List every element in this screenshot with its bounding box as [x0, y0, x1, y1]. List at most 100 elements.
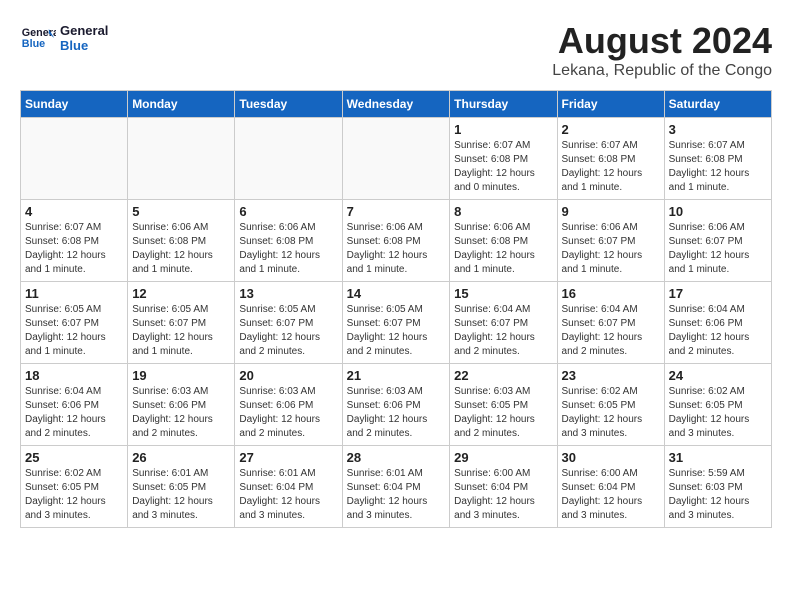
calendar-cell: 19Sunrise: 6:03 AM Sunset: 6:06 PM Dayli…: [128, 364, 235, 446]
calendar-cell: 31 Sunrise: 5:59 AM Sunset: 6:03 PM Dayli…: [664, 446, 771, 528]
day-number: 15: [454, 286, 552, 301]
day-number: 19: [132, 368, 230, 383]
calendar-cell: 12Sunrise: 6:05 AM Sunset: 6:07 PM Dayli…: [128, 282, 235, 364]
day-number: 9: [562, 204, 660, 219]
calendar-cell: 18 Sunrise: 6:04 AM Sunset: 6:06 PM Dayli…: [21, 364, 128, 446]
calendar-cell: 25 Sunrise: 6:02 AM Sunset: 6:05 PM Dayli…: [21, 446, 128, 528]
day-info: Sunrise: 6:02 AM Sunset: 6:05 PM Dayligh…: [25, 467, 123, 523]
day-number: 1: [454, 122, 552, 137]
day-number: 5: [132, 204, 230, 219]
day-info: Sunrise: 6:06 AM Sunset: 6:08 PM Dayligh…: [239, 221, 337, 277]
day-info: Sunrise: 6:01 AM Sunset: 6:04 PM Dayligh…: [239, 467, 337, 523]
month-year-title: August 2024: [552, 20, 772, 62]
day-info: Sunrise: 6:05 AM Sunset: 6:07 PM Dayligh…: [347, 303, 446, 359]
day-number: 28: [347, 450, 446, 465]
logo-icon: General Blue: [20, 20, 56, 56]
day-info: Sunrise: 6:04 AM Sunset: 6:07 PM Dayligh…: [454, 303, 552, 359]
calendar-cell: 9 Sunrise: 6:06 AM Sunset: 6:07 PM Daylig…: [557, 200, 664, 282]
calendar-cell: 22Sunrise: 6:03 AM Sunset: 6:05 PM Dayli…: [450, 364, 557, 446]
day-info: Sunrise: 6:07 AM Sunset: 6:08 PM Dayligh…: [454, 139, 552, 195]
logo: General Blue General Blue: [20, 20, 108, 56]
calendar-cell: [235, 118, 342, 200]
day-info: Sunrise: 6:07 AM Sunset: 6:08 PM Dayligh…: [669, 139, 767, 195]
header: General Blue General Blue August 2024 Le…: [20, 20, 772, 80]
day-info: Sunrise: 6:06 AM Sunset: 6:08 PM Dayligh…: [132, 221, 230, 277]
day-number: 14: [347, 286, 446, 301]
day-info: Sunrise: 6:06 AM Sunset: 6:08 PM Dayligh…: [347, 221, 446, 277]
title-area: August 2024 Lekana, Republic of the Cong…: [552, 20, 772, 80]
logo-general-text: General: [60, 23, 108, 38]
day-info: Sunrise: 6:01 AM Sunset: 6:05 PM Dayligh…: [132, 467, 230, 523]
svg-text:Blue: Blue: [22, 38, 45, 50]
day-info: Sunrise: 6:04 AM Sunset: 6:06 PM Dayligh…: [25, 385, 123, 441]
day-number: 18: [25, 368, 123, 383]
calendar-week-row: 11 Sunrise: 6:05 AM Sunset: 6:07 PM Dayli…: [21, 282, 772, 364]
calendar-cell: 17Sunrise: 6:04 AM Sunset: 6:06 PM Dayli…: [664, 282, 771, 364]
day-number: 7: [347, 204, 446, 219]
calendar-cell: 2 Sunrise: 6:07 AM Sunset: 6:08 PM Daylig…: [557, 118, 664, 200]
weekday-header-saturday: Saturday: [664, 91, 771, 118]
day-number: 29: [454, 450, 552, 465]
day-info: Sunrise: 6:05 AM Sunset: 6:07 PM Dayligh…: [239, 303, 337, 359]
day-number: 4: [25, 204, 123, 219]
logo-blue-text: Blue: [60, 38, 108, 53]
weekday-header-row: SundayMondayTuesdayWednesdayThursdayFrid…: [21, 91, 772, 118]
day-number: 6: [239, 204, 337, 219]
day-info: Sunrise: 6:05 AM Sunset: 6:07 PM Dayligh…: [25, 303, 123, 359]
day-info: Sunrise: 6:00 AM Sunset: 6:04 PM Dayligh…: [454, 467, 552, 523]
day-number: 21: [347, 368, 446, 383]
calendar-cell: 5 Sunrise: 6:06 AM Sunset: 6:08 PM Daylig…: [128, 200, 235, 282]
calendar-week-row: 25 Sunrise: 6:02 AM Sunset: 6:05 PM Dayli…: [21, 446, 772, 528]
day-info: Sunrise: 6:07 AM Sunset: 6:08 PM Dayligh…: [25, 221, 123, 277]
calendar-cell: 4 Sunrise: 6:07 AM Sunset: 6:08 PM Daylig…: [21, 200, 128, 282]
day-info: Sunrise: 6:06 AM Sunset: 6:07 PM Dayligh…: [562, 221, 660, 277]
day-info: Sunrise: 6:06 AM Sunset: 6:08 PM Dayligh…: [454, 221, 552, 277]
calendar-cell: 6 Sunrise: 6:06 AM Sunset: 6:08 PM Daylig…: [235, 200, 342, 282]
calendar-cell: 16Sunrise: 6:04 AM Sunset: 6:07 PM Dayli…: [557, 282, 664, 364]
day-number: 12: [132, 286, 230, 301]
calendar-cell: 29 Sunrise: 6:00 AM Sunset: 6:04 PM Dayli…: [450, 446, 557, 528]
day-number: 31: [669, 450, 767, 465]
weekday-header-monday: Monday: [128, 91, 235, 118]
weekday-header-tuesday: Tuesday: [235, 91, 342, 118]
day-number: 16: [562, 286, 660, 301]
location-subtitle: Lekana, Republic of the Congo: [552, 62, 772, 80]
day-number: 3: [669, 122, 767, 137]
day-number: 20: [239, 368, 337, 383]
day-number: 30: [562, 450, 660, 465]
calendar-cell: 24Sunrise: 6:02 AM Sunset: 6:05 PM Dayli…: [664, 364, 771, 446]
day-number: 11: [25, 286, 123, 301]
day-number: 13: [239, 286, 337, 301]
calendar-week-row: 18 Sunrise: 6:04 AM Sunset: 6:06 PM Dayli…: [21, 364, 772, 446]
day-info: Sunrise: 6:07 AM Sunset: 6:08 PM Dayligh…: [562, 139, 660, 195]
day-info: Sunrise: 6:01 AM Sunset: 6:04 PM Dayligh…: [347, 467, 446, 523]
calendar-cell: 14 Sunrise: 6:05 AM Sunset: 6:07 PM Dayli…: [342, 282, 450, 364]
calendar-cell: 23Sunrise: 6:02 AM Sunset: 6:05 PM Dayli…: [557, 364, 664, 446]
day-number: 24: [669, 368, 767, 383]
calendar-table: SundayMondayTuesdayWednesdayThursdayFrid…: [20, 90, 772, 528]
calendar-cell: 30Sunrise: 6:00 AM Sunset: 6:04 PM Dayli…: [557, 446, 664, 528]
day-info: Sunrise: 6:06 AM Sunset: 6:07 PM Dayligh…: [669, 221, 767, 277]
day-number: 26: [132, 450, 230, 465]
calendar-cell: [342, 118, 450, 200]
calendar-cell: 26 Sunrise: 6:01 AM Sunset: 6:05 PM Dayli…: [128, 446, 235, 528]
calendar-cell: 21 Sunrise: 6:03 AM Sunset: 6:06 PM Dayli…: [342, 364, 450, 446]
calendar-cell: 7 Sunrise: 6:06 AM Sunset: 6:08 PM Daylig…: [342, 200, 450, 282]
calendar-cell: [21, 118, 128, 200]
calendar-cell: [128, 118, 235, 200]
day-info: Sunrise: 6:03 AM Sunset: 6:06 PM Dayligh…: [239, 385, 337, 441]
day-number: 25: [25, 450, 123, 465]
calendar-cell: 27Sunrise: 6:01 AM Sunset: 6:04 PM Dayli…: [235, 446, 342, 528]
day-info: Sunrise: 5:59 AM Sunset: 6:03 PM Dayligh…: [669, 467, 767, 523]
day-number: 2: [562, 122, 660, 137]
calendar-week-row: 4 Sunrise: 6:07 AM Sunset: 6:08 PM Daylig…: [21, 200, 772, 282]
day-number: 10: [669, 204, 767, 219]
day-info: Sunrise: 6:02 AM Sunset: 6:05 PM Dayligh…: [562, 385, 660, 441]
day-info: Sunrise: 6:03 AM Sunset: 6:06 PM Dayligh…: [347, 385, 446, 441]
weekday-header-sunday: Sunday: [21, 91, 128, 118]
calendar-cell: 10 Sunrise: 6:06 AM Sunset: 6:07 PM Dayli…: [664, 200, 771, 282]
calendar-cell: 28 Sunrise: 6:01 AM Sunset: 6:04 PM Dayli…: [342, 446, 450, 528]
calendar-cell: 15 Sunrise: 6:04 AM Sunset: 6:07 PM Dayli…: [450, 282, 557, 364]
calendar-cell: 11 Sunrise: 6:05 AM Sunset: 6:07 PM Dayli…: [21, 282, 128, 364]
calendar-cell: 13 Sunrise: 6:05 AM Sunset: 6:07 PM Dayli…: [235, 282, 342, 364]
